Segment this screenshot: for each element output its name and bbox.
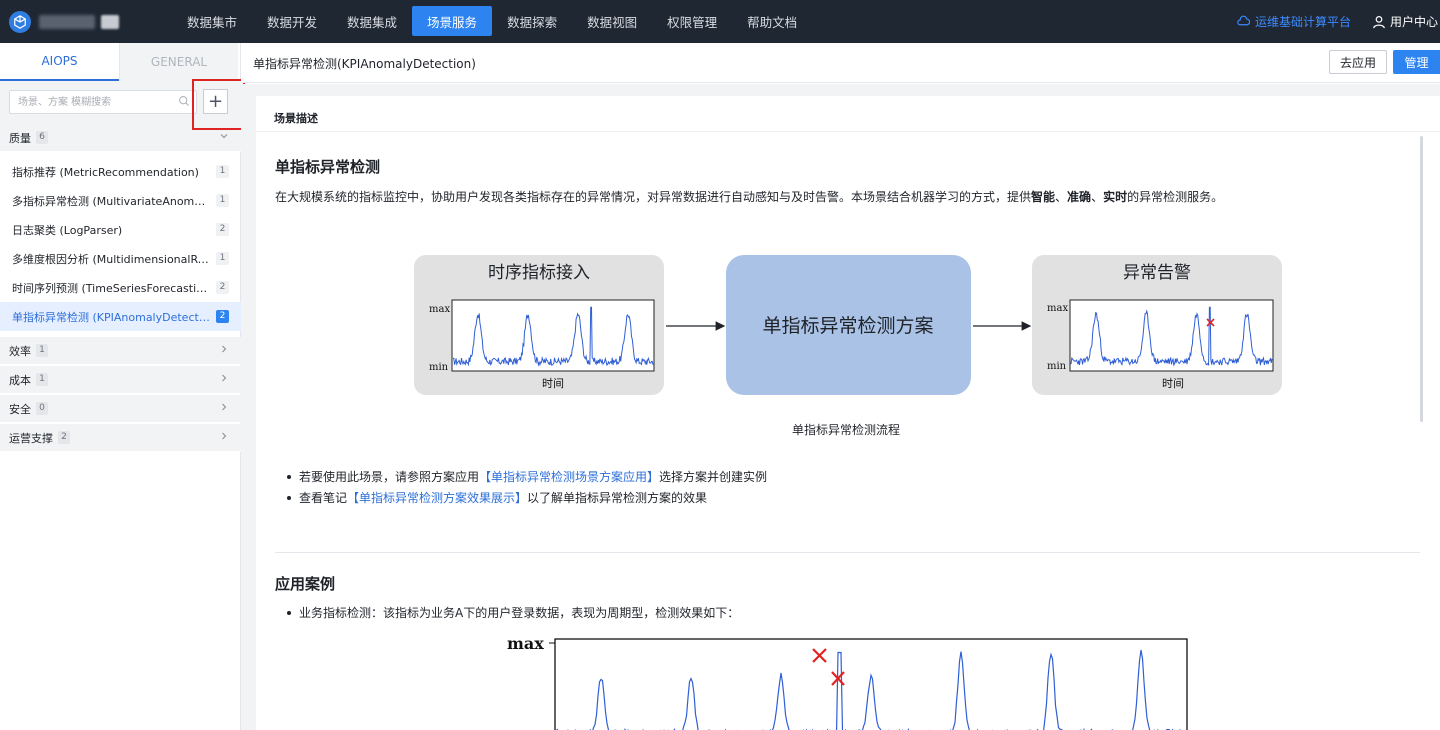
svg-text:max: max xyxy=(429,304,450,315)
scenario-heading: 单指标异常检测 xyxy=(275,158,381,176)
list-item[interactable]: 指标推荐 (MetricRecommendation) 1 xyxy=(0,157,241,186)
platform-link[interactable]: 运维基础计算平台 xyxy=(1237,0,1351,43)
app-logo-icon[interactable] xyxy=(9,10,31,33)
top-nav-bar: 数据集市 数据开发 数据集成 场景服务 数据探索 数据视图 权限管理 帮助文档 … xyxy=(0,0,1440,43)
nav-permission[interactable]: 权限管理 xyxy=(652,0,732,43)
svg-text:min: min xyxy=(429,362,449,373)
user-center-label: 用户中心 xyxy=(1390,15,1439,29)
group-label: 安全 xyxy=(9,402,31,416)
list-item-label: 单指标异常检测 (KPIAnomalyDetection) xyxy=(12,310,212,324)
main-nav: 数据集市 数据开发 数据集成 场景服务 数据探索 数据视图 权限管理 帮助文档 xyxy=(172,0,812,43)
list-item[interactable]: 多指标异常检测 (MultivariateAnomalyDetection) 1 xyxy=(0,186,241,215)
divider xyxy=(275,552,1420,553)
list-item-label: 多指标异常检测 (MultivariateAnomalyDetection) xyxy=(12,194,212,208)
list-item[interactable]: 日志聚类 (LogParser) 2 xyxy=(0,215,241,244)
list-item-label: 时间序列预测 (TimeSeriesForecasting) xyxy=(12,281,212,295)
list-item-label: 日志聚类 (LogParser) xyxy=(12,223,123,237)
group-security[interactable]: 安全 0 xyxy=(0,395,241,423)
case-chart-ymax: max xyxy=(507,634,544,653)
page-title: 单指标异常检测(KPIAnomalyDetection) xyxy=(253,57,476,71)
group-count: 2 xyxy=(58,431,70,444)
group-label: 效率 xyxy=(9,344,31,358)
search-box xyxy=(9,90,197,114)
list-item[interactable]: 多维度根因分析 (MultidimensionalRootCauseAnalys… xyxy=(0,244,241,273)
nav-data-integration[interactable]: 数据集成 xyxy=(332,0,412,43)
main-header: 单指标异常检测(KPIAnomalyDetection) 去应用 管理 xyxy=(241,43,1440,83)
list-item-count: 1 xyxy=(216,252,229,265)
scenario-description: 在大规模系统的指标监控中，协助用户发现各类指标存在的异常情况，对异常数据进行自动… xyxy=(275,190,1224,204)
cases-heading: 应用案例 xyxy=(275,575,336,593)
box1-title: 时序指标接入 xyxy=(488,263,590,283)
group-label: 运营支撑 xyxy=(9,431,53,445)
sidebar-tabs: AIOPS GENERAL xyxy=(0,43,240,81)
nav-data-explore[interactable]: 数据探索 xyxy=(492,0,572,43)
scenario-apply-link[interactable]: 【单指标异常检测场景方案应用】 xyxy=(479,470,659,484)
search-row: + xyxy=(0,81,241,124)
tab-general[interactable]: GENERAL xyxy=(119,43,238,81)
list-item-count: 2 xyxy=(216,281,229,294)
nav-data-view[interactable]: 数据视图 xyxy=(572,0,652,43)
usage-list: 若要使用此场景，请参照方案应用【单指标异常检测场景方案应用】选择方案并创建实例 … xyxy=(285,468,767,510)
notebook-link[interactable]: 【单指标异常检测方案效果展示】 xyxy=(347,491,527,505)
search-input[interactable] xyxy=(10,91,170,113)
box3-title: 异常告警 xyxy=(1123,263,1191,283)
svg-text:时间: 时间 xyxy=(1162,377,1184,390)
tab-aiops[interactable]: AIOPS xyxy=(0,43,119,81)
group-efficiency[interactable]: 效率 1 xyxy=(0,337,241,365)
group-label: 成本 xyxy=(9,373,31,387)
add-button[interactable]: + xyxy=(203,89,228,114)
case-item: 业务指标检测：该指标为业务A下的用户登录数据，表现为周期型，检测效果如下： xyxy=(285,604,739,621)
anomaly-marker-icon xyxy=(812,648,827,663)
svg-text:min: min xyxy=(1047,361,1067,372)
list-item[interactable]: 时间序列预测 (TimeSeriesForecasting) 2 xyxy=(0,273,241,302)
case-series xyxy=(555,649,1181,730)
nav-data-dev[interactable]: 数据开发 xyxy=(252,0,332,43)
chevron-down-icon xyxy=(220,134,228,139)
apply-button[interactable]: 去应用 xyxy=(1329,50,1387,74)
group-count: 6 xyxy=(36,131,48,144)
chevron-right-icon xyxy=(222,345,227,353)
list-item-selected[interactable]: 单指标异常检测 (KPIAnomalyDetection) 2 xyxy=(0,302,241,331)
chevron-right-icon xyxy=(222,403,227,411)
group-label: 质量 xyxy=(9,131,31,145)
list-item-label: 多维度根因分析 (MultidimensionalRootCauseAnalys… xyxy=(12,252,212,266)
sidebar: AIOPS GENERAL + 质量 6 指标推荐 (MetricRecomme… xyxy=(0,43,241,730)
box2-title: 单指标异常检测方案 xyxy=(762,315,933,337)
user-center[interactable]: 用户中心 xyxy=(1372,0,1438,43)
list-item-count: 1 xyxy=(216,165,229,178)
search-icon[interactable] xyxy=(178,95,190,107)
user-icon xyxy=(1373,15,1385,28)
diagram-caption: 单指标异常检测流程 xyxy=(792,423,901,437)
usage-item: 若要使用此场景，请参照方案应用【单指标异常检测场景方案应用】选择方案并创建实例 xyxy=(285,468,767,489)
list-item-count: 2 xyxy=(216,310,229,323)
group-quality[interactable]: 质量 6 xyxy=(0,124,241,152)
list-item-count: 2 xyxy=(216,223,229,236)
list-item-label: 指标推荐 (MetricRecommendation) xyxy=(12,165,199,179)
list-item-count: 1 xyxy=(216,194,229,207)
flow-diagram: 时序指标接入 max min 时间 单指标异常检测方案 异常告警 max min… xyxy=(414,255,1282,395)
nav-data-market[interactable]: 数据集市 xyxy=(172,0,252,43)
chevron-right-icon xyxy=(222,432,227,440)
manage-button[interactable]: 管理 xyxy=(1393,50,1440,74)
svg-text:max: max xyxy=(1047,303,1068,314)
group-count: 1 xyxy=(36,344,48,357)
platform-label: 运维基础计算平台 xyxy=(1255,15,1352,29)
usage-item: 查看笔记【单指标异常检测方案效果展示】以了解单指标异常检测方案的效果 xyxy=(285,489,767,510)
case-chart: max xyxy=(507,634,1188,730)
chevron-right-icon xyxy=(222,374,227,382)
group-cost[interactable]: 成本 1 xyxy=(0,366,241,394)
nav-scenario-service[interactable]: 场景服务 xyxy=(412,6,493,36)
group-operations[interactable]: 运营支撑 2 xyxy=(0,424,241,452)
scrollbar[interactable] xyxy=(1420,136,1423,422)
section-label: 场景描述 xyxy=(274,112,318,125)
svg-text:时间: 时间 xyxy=(542,377,564,390)
nav-help-docs[interactable]: 帮助文档 xyxy=(732,0,812,43)
divider xyxy=(256,131,1440,132)
cloud-icon xyxy=(1237,15,1250,26)
group-count: 1 xyxy=(36,373,48,386)
app-name-blurred xyxy=(39,14,119,29)
group-count: 0 xyxy=(36,402,48,415)
